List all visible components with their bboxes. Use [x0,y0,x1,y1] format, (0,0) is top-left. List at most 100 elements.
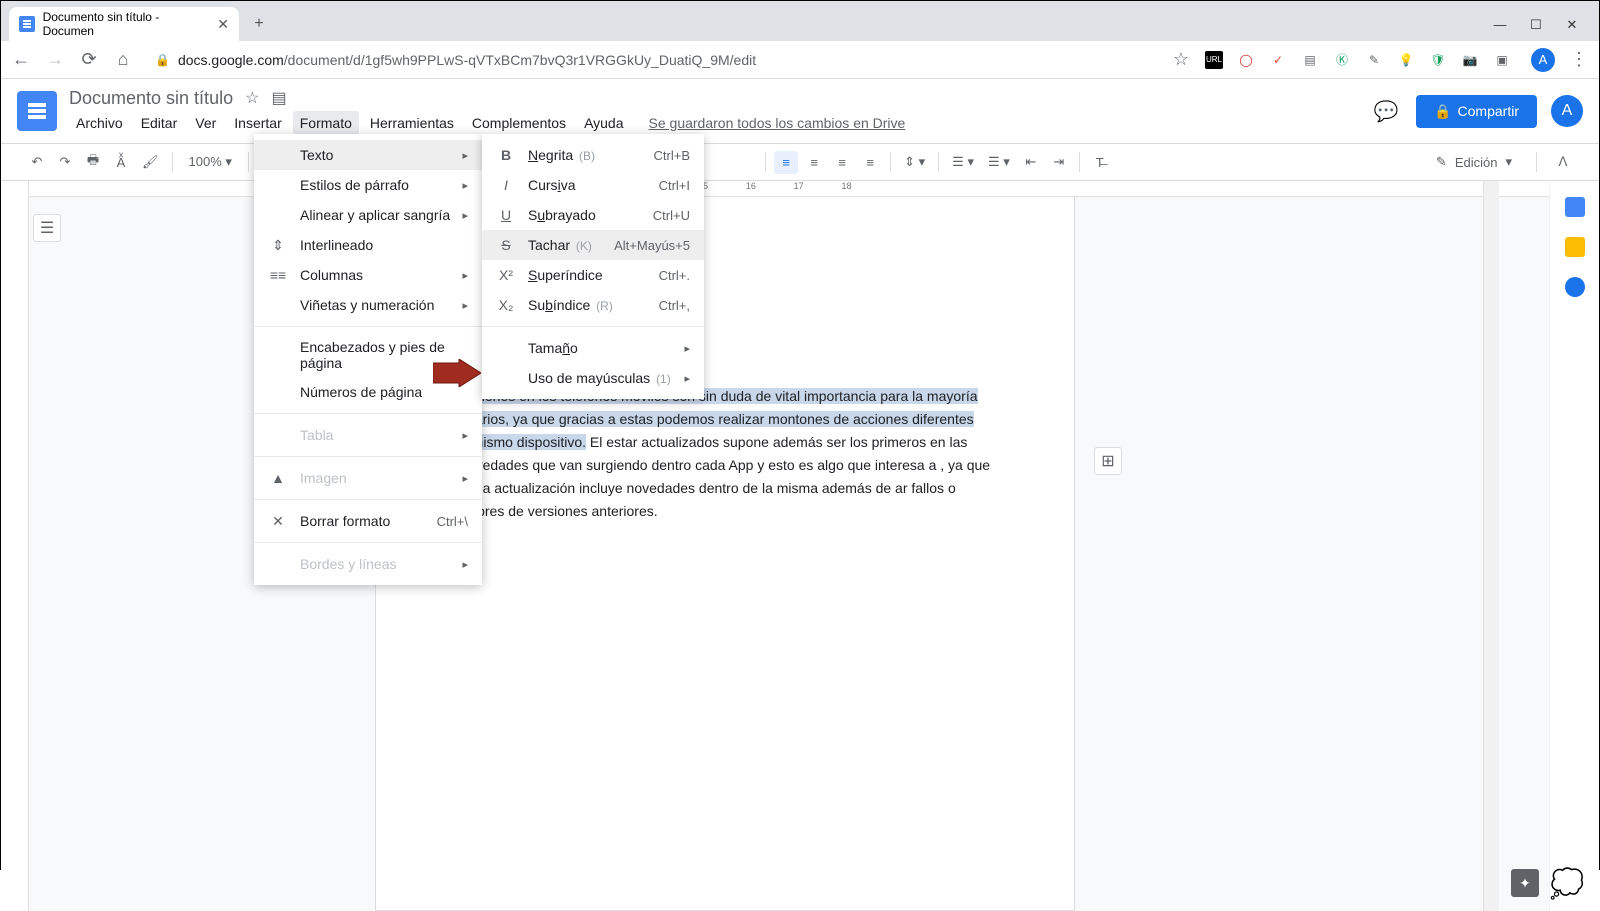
increase-indent-button[interactable]: ⇥ [1047,150,1071,174]
url-field[interactable]: 🔒 docs.google.com/document/d/1gf5wh9PPLw… [147,52,1157,68]
doc-paragraph[interactable]: caciones en los teléfonos móviles son si… [460,385,1002,524]
move-folder-button[interactable]: ▤ [271,88,286,108]
align-left-button[interactable]: ≡ [774,151,798,174]
ext-icon[interactable]: ✓ [1269,51,1287,69]
undo-button[interactable]: ↶ [25,150,49,174]
docs-logo-icon[interactable] [17,91,57,131]
spellcheck-button[interactable]: Aͯ [109,151,133,174]
new-tab-button[interactable]: + [245,10,273,38]
tasks-icon[interactable] [1565,277,1585,297]
ext-icon[interactable]: ✎ [1365,51,1383,69]
profile-avatar[interactable]: A [1531,48,1555,72]
menu-item[interactable]: USubrayado Ctrl+U [482,200,704,230]
scrollbar[interactable] [1483,181,1499,911]
submenu-arrow-icon: ▸ [462,209,468,222]
collapse-toolbar-button[interactable]: ᐱ [1551,150,1575,174]
browser-menu-button[interactable]: ⋮ [1569,49,1589,70]
align-justify-button[interactable]: ≡ [858,151,882,174]
menu-shortcut: Ctrl+. [659,268,690,283]
menu-editar[interactable]: Editar [134,111,185,135]
menu-item[interactable]: ⇕Interlineado [254,230,482,260]
comments-button[interactable]: 💬 [1370,95,1402,127]
editing-mode-select[interactable]: ✎ Edición ▾ [1426,150,1522,174]
calendar-icon[interactable] [1565,197,1585,217]
print-button[interactable]: 🖶 [81,147,105,177]
menu-icon: ▲ [268,470,288,486]
menu-archivo[interactable]: Archivo [69,111,130,135]
align-right-button[interactable]: ≡ [830,151,854,174]
nav-home-button[interactable]: ⌂ [113,49,133,70]
window-maximize-button[interactable]: ☐ [1529,17,1543,33]
separator [1536,152,1537,172]
ext-icon[interactable]: 📷 [1461,51,1479,69]
menu-insertar[interactable]: Insertar [227,111,288,135]
menu-label: Subíndice (R) [528,297,647,313]
menu-item[interactable]: ✕Borrar formatoCtrl+\ [254,506,482,536]
menu-label: Texto [300,147,450,163]
nav-back-button[interactable]: ← [11,49,31,70]
menu-item[interactable]: STachar (K)Alt+Mayús+5 [482,230,704,260]
keep-icon[interactable] [1565,237,1585,257]
account-avatar[interactable]: A [1551,95,1583,127]
separator [1079,152,1080,172]
menu-item[interactable]: ICursiva Ctrl+I [482,170,704,200]
ext-icon[interactable]: Ⓚ [1333,51,1351,69]
ext-icon[interactable]: ◯ [1237,51,1255,69]
line-spacing-button[interactable]: ⇕ ▾ [899,150,930,174]
menu-label: Borrar formato [300,513,425,529]
submenu-arrow-icon: ▸ [684,342,690,355]
redo-button[interactable]: ↷ [53,150,77,174]
menu-ayuda[interactable]: Ayuda [577,111,630,135]
menu-item[interactable]: Texto▸ [254,140,482,170]
menu-label: Interlineado [300,237,468,253]
clear-format-button[interactable]: T̶ [1088,151,1112,174]
url-path: /document/d/1gf5wh9PPLwS-qVTxBCm7bvQ3r1V… [284,52,756,68]
ext-icon[interactable]: 💡 [1397,51,1415,69]
menu-item[interactable]: Uso de mayúsculas (1)▸ [482,363,704,393]
ext-icon[interactable]: ▣ [1493,51,1511,69]
ext-icon[interactable]: URL [1205,51,1223,69]
menubar: Archivo Editar Ver Insertar Formato Herr… [69,111,1370,135]
paint-format-button[interactable]: 🖌 [137,150,164,174]
explore-button[interactable]: ✦ [1511,869,1539,897]
menu-item[interactable]: Estilos de párrafo▸ [254,170,482,200]
menu-item[interactable]: Alinear y aplicar sangría▸ [254,200,482,230]
numbered-list-button[interactable]: ☰ ▾ [947,150,979,174]
zoom-select[interactable]: 100% ▾ [181,150,240,174]
support-chat-button[interactable]: 💭 [1549,865,1585,901]
menu-ver[interactable]: Ver [188,111,223,135]
add-comment-button[interactable]: ⊞ [1094,447,1122,475]
menu-item[interactable]: Tamaño ▸ [482,333,704,363]
align-center-button[interactable]: ≡ [802,151,826,174]
ext-icon[interactable]: ▤ [1301,51,1319,69]
menu-icon: X₂ [496,297,516,313]
menu-shortcut: Alt+Mayús+5 [614,238,690,253]
menu-item[interactable]: Viñetas y numeración▸ [254,290,482,320]
menu-item[interactable]: X₂Subíndice (R)Ctrl+, [482,290,704,320]
window-minimize-button[interactable]: — [1493,17,1507,33]
menu-shortcut: Ctrl+\ [437,514,468,529]
vertical-ruler [1,181,29,911]
bookmark-star-button[interactable]: ☆ [1171,49,1191,70]
ext-icon[interactable]: 🛡 [1429,51,1447,69]
extension-icons: URL ◯ ✓ ▤ Ⓚ ✎ 💡 🛡 📷 ▣ [1205,51,1517,69]
callout-arrow-icon [433,359,481,387]
menu-item[interactable]: BNegrita (B)Ctrl+B [482,140,704,170]
browser-tab[interactable]: Documento sin título - Documen ✕ [9,7,239,41]
tab-close-icon[interactable]: ✕ [217,16,229,33]
menu-item[interactable]: ≡≡Columnas▸ [254,260,482,290]
menu-complementos[interactable]: Complementos [465,111,573,135]
menu-herramientas[interactable]: Herramientas [363,111,461,135]
nav-reload-button[interactable]: ⟳ [79,49,99,70]
window-close-button[interactable]: ✕ [1565,17,1579,33]
decrease-indent-button[interactable]: ⇤ [1019,150,1043,174]
document-title[interactable]: Documento sin título [69,88,233,109]
menu-label: Viñetas y numeración [300,297,450,313]
star-button[interactable]: ☆ [245,88,259,108]
bullet-list-button[interactable]: ☰ ▾ [983,150,1015,174]
menu-item[interactable]: X²Superíndice Ctrl+. [482,260,704,290]
menu-formato[interactable]: Formato [293,111,359,135]
menu-separator [482,326,704,327]
share-button[interactable]: 🔒 Compartir [1416,95,1537,128]
save-status[interactable]: Se guardaron todos los cambios en Drive [649,115,906,131]
